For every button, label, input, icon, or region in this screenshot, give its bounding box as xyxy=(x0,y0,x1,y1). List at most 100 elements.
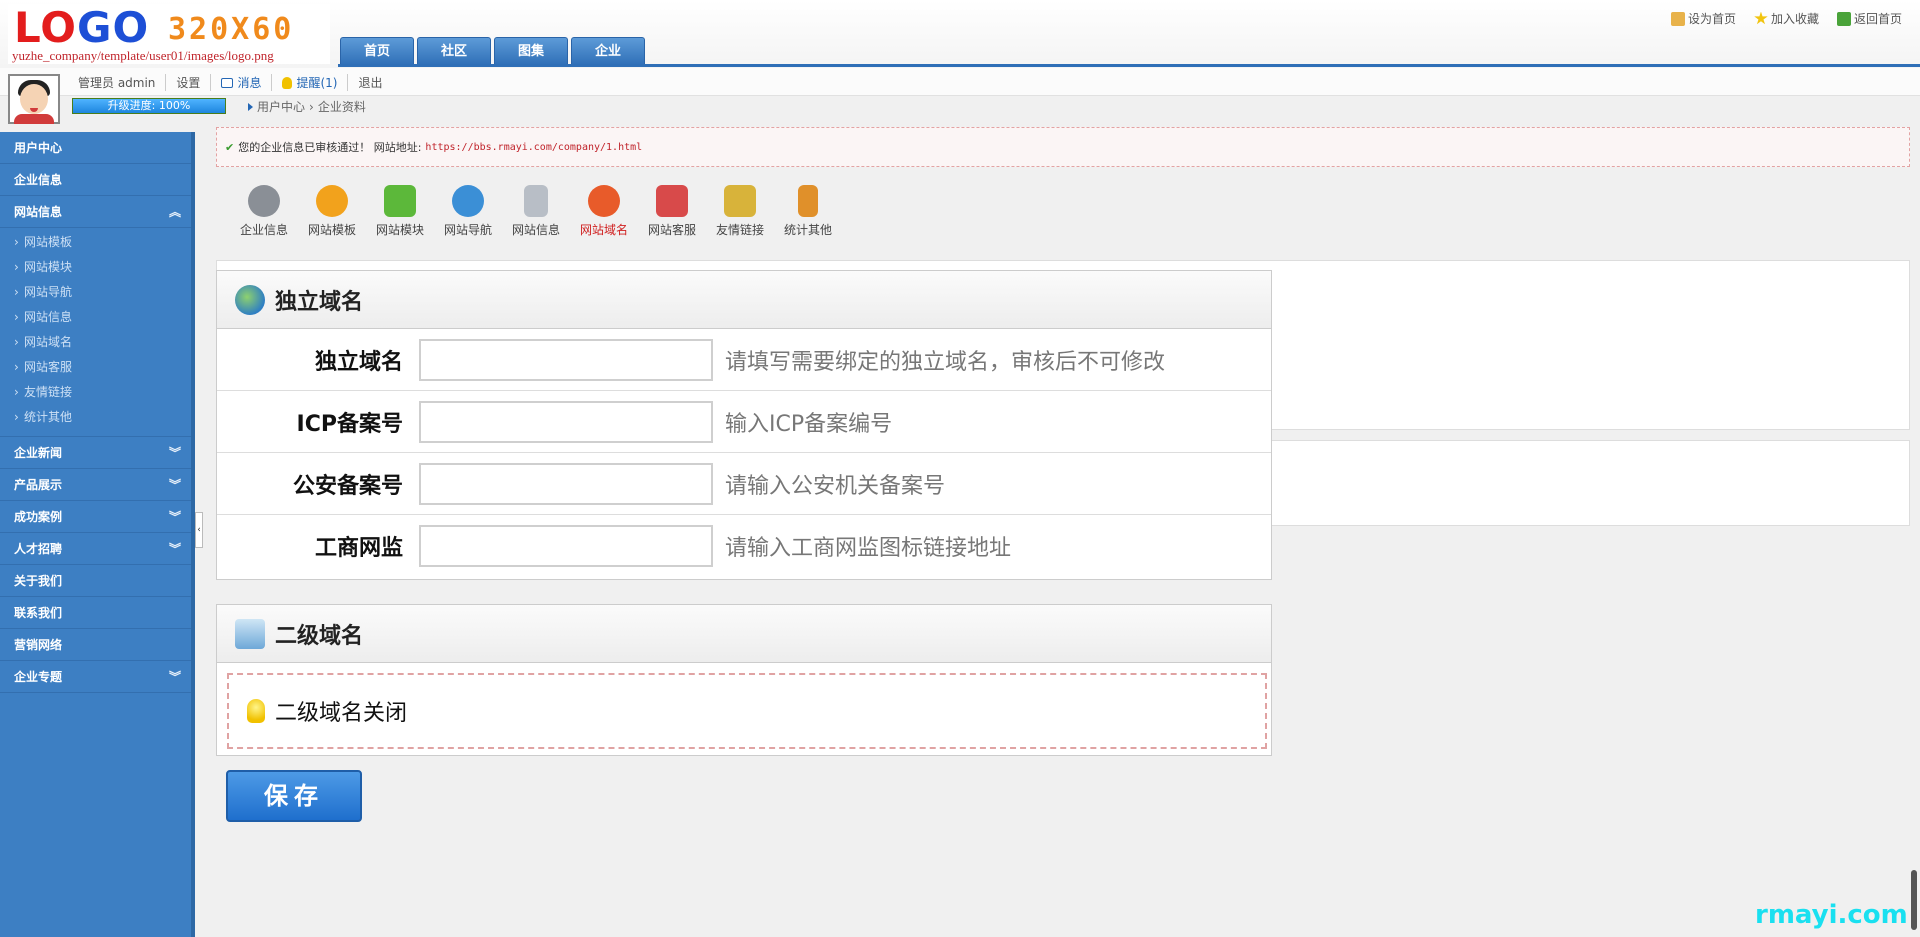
tool-statistics[interactable]: 统计其他 xyxy=(784,185,832,238)
sidebar-sub-site-domain[interactable]: 网站域名 xyxy=(0,330,191,355)
reminders-link[interactable]: 提醒(1) xyxy=(272,74,349,91)
sidebar-item-label: 产品展示 xyxy=(14,478,63,492)
domain-icon xyxy=(235,618,265,649)
sidebar-item-recruitment[interactable]: 人才招聘 ︾ xyxy=(0,533,191,565)
tool-label: 网站模块 xyxy=(376,223,425,237)
tool-label: 友情链接 xyxy=(716,223,765,237)
breadcrumb: 用户中心 › 企业资料 xyxy=(248,98,366,115)
add-favorite-label: 加入收藏 xyxy=(1770,12,1819,26)
sidebar-sub-statistics[interactable]: 统计其他 xyxy=(0,405,191,430)
sidebar-item-label: 营销网络 xyxy=(14,638,63,652)
tool-site-service[interactable]: 网站客服 xyxy=(648,185,696,238)
logout-link[interactable]: 退出 xyxy=(348,74,392,91)
sidebar-sub-site-template[interactable]: 网站模板 xyxy=(0,230,191,255)
breadcrumb-separator-icon: › xyxy=(309,99,314,114)
logo-text-part2: GO xyxy=(76,3,150,52)
settings-link[interactable]: 设置 xyxy=(166,74,212,91)
set-home-link[interactable]: 设为首页 xyxy=(1670,10,1736,27)
domain-input[interactable] xyxy=(419,338,713,381)
breadcrumb-home[interactable]: 用户中心 xyxy=(257,98,305,115)
tool-site-module[interactable]: 网站模块 xyxy=(376,185,424,238)
tool-site-nav[interactable]: 网站导航 xyxy=(444,185,492,238)
messages-label: 消息 xyxy=(237,76,262,90)
users-icon xyxy=(656,185,688,217)
icp-input[interactable] xyxy=(419,400,713,443)
sidebar-item-site-info[interactable]: 网站信息 ︽ xyxy=(0,196,191,228)
sidebar-item-label: 网站信息 xyxy=(14,205,63,219)
sidebar-collapse-toggle[interactable]: ‹ xyxy=(195,512,203,548)
sidebar-item-contact[interactable]: 联系我们 xyxy=(0,597,191,629)
panel-title: 二级域名 xyxy=(275,623,364,649)
messages-link[interactable]: 消息 xyxy=(211,74,273,91)
pie-chart-icon xyxy=(316,185,348,217)
tool-label: 网站客服 xyxy=(648,223,697,237)
sidebar-item-company-info[interactable]: 企业信息 xyxy=(0,164,191,196)
police-record-input[interactable] xyxy=(419,462,713,505)
sidebar-sub-friend-links[interactable]: 友情链接 xyxy=(0,380,191,405)
sidebar-item-label: 企业专题 xyxy=(14,670,63,684)
progress-label: 升级进度: 100% xyxy=(107,99,191,112)
add-favorite-link[interactable]: 加入收藏 xyxy=(1754,10,1819,27)
field-row-icp: ICP备案号 输入ICP备案编号 xyxy=(217,391,1271,453)
nav-tab-gallery[interactable]: 图集 xyxy=(494,37,568,65)
tool-site-template[interactable]: 网站模板 xyxy=(308,185,356,238)
sidebar-item-user-center[interactable]: 用户中心 xyxy=(0,132,191,164)
sidebar-item-company-news[interactable]: 企业新闻 ︾ xyxy=(0,437,191,469)
site-url-link[interactable]: https://bbs.rmayi.com/company/1.html xyxy=(425,142,642,153)
sidebar-item-label: 联系我们 xyxy=(14,606,63,620)
tool-label: 网站模板 xyxy=(308,223,357,237)
settings-toolbar: 企业信息 网站模板 网站模块 网站导航 网站信息 网站域名 网站客服 友情链接 … xyxy=(240,185,832,238)
sidebar-item-label: 关于我们 xyxy=(14,574,63,588)
avatar[interactable] xyxy=(8,74,60,124)
tool-label: 统计其他 xyxy=(784,223,833,237)
nav-tab-community[interactable]: 社区 xyxy=(417,37,491,65)
star-icon xyxy=(1754,11,1768,25)
site-logo[interactable]: LOGO 320X60 yuzhe_company/template/user0… xyxy=(8,4,330,64)
tool-site-info[interactable]: 网站信息 xyxy=(512,185,560,238)
link-gear-icon xyxy=(724,185,756,217)
field-row-business: 工商网监 请输入工商网监图标链接地址 xyxy=(217,515,1271,577)
nav-tab-home[interactable]: 首页 xyxy=(340,37,414,65)
sidebar-item-products[interactable]: 产品展示 ︾ xyxy=(0,469,191,501)
panel-header: 二级域名 xyxy=(217,605,1271,663)
field-hint: 输入ICP备案编号 xyxy=(725,411,893,437)
nav-tab-company[interactable]: 企业 xyxy=(571,37,645,65)
sidebar-item-marketing[interactable]: 营销网络 xyxy=(0,629,191,661)
sidebar-item-cases[interactable]: 成功案例 ︾ xyxy=(0,501,191,533)
field-row-domain: 独立域名 请填写需要绑定的独立域名，审核后不可修改 xyxy=(217,329,1271,391)
back-home-link[interactable]: 返回首页 xyxy=(1836,10,1902,27)
sidebar: 用户中心 企业信息 网站信息 ︽ 网站模板 网站模块 网站导航 网站信息 网站域名… xyxy=(0,132,195,937)
bulb-icon xyxy=(247,699,265,723)
globe-icon xyxy=(452,185,484,217)
sidebar-item-about[interactable]: 关于我们 xyxy=(0,565,191,597)
admin-label: 管理员 admin xyxy=(68,74,167,91)
tool-friend-links[interactable]: 友情链接 xyxy=(716,185,764,238)
panel-header: 独立域名 xyxy=(217,271,1271,329)
field-label: 工商网监 xyxy=(314,536,403,561)
sidebar-sub-site-module[interactable]: 网站模块 xyxy=(0,255,191,280)
chevron-down-icon: ︾ xyxy=(168,478,181,492)
user-links: 管理员 admin 设置 消息 提醒(1) 退出 xyxy=(68,74,392,91)
logo-text: LOGO xyxy=(14,4,149,52)
chevron-down-icon: ︾ xyxy=(168,542,181,556)
sidebar-item-label: 成功案例 xyxy=(14,510,63,524)
document-icon xyxy=(524,185,548,217)
watermark: rmayi.com xyxy=(1755,900,1908,930)
reminders-label: 提醒(1) xyxy=(296,76,338,90)
avatar-body xyxy=(14,114,54,124)
sidebar-sub-site-info[interactable]: 网站信息 xyxy=(0,305,191,330)
field-hint: 请填写需要绑定的独立域名，审核后不可修改 xyxy=(725,349,1166,375)
scrollbar[interactable] xyxy=(1911,870,1917,930)
sidebar-sub-site-nav[interactable]: 网站导航 xyxy=(0,280,191,305)
sidebar-submenu: 网站模板 网站模块 网站导航 网站信息 网站域名 网站客服 友情链接 统计其他 xyxy=(0,228,191,437)
sidebar-item-label: 人才招聘 xyxy=(14,542,63,556)
tool-company-info[interactable]: 企业信息 xyxy=(240,185,288,238)
sidebar-sub-site-service[interactable]: 网站客服 xyxy=(0,355,191,380)
save-button[interactable]: 保存 xyxy=(226,770,362,822)
subdomain-status: 二级域名关闭 xyxy=(275,701,408,726)
envelope-icon xyxy=(221,77,234,88)
sidebar-item-topics[interactable]: 企业专题 ︾ xyxy=(0,661,191,693)
tool-site-domain[interactable]: 网站域名 xyxy=(580,185,628,238)
main-nav: 首页 社区 图集 企业 xyxy=(340,37,645,65)
business-monitor-input[interactable] xyxy=(419,525,713,567)
